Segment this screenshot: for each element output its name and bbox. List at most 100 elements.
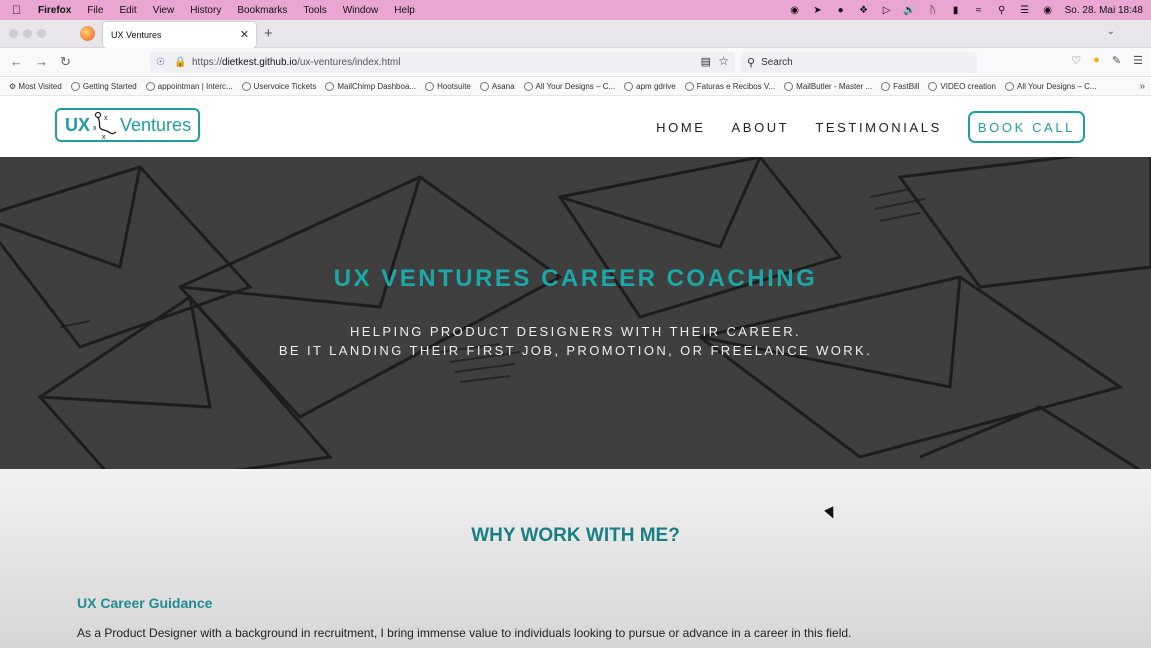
bookmark-star-icon[interactable]: ☆: [718, 54, 729, 68]
svg-text:x: x: [93, 125, 97, 132]
bookmark-item[interactable]: appointman | Interc...: [145, 82, 233, 91]
window-minimize-icon[interactable]: [23, 29, 32, 38]
hero-subtitle-line-1: HELPING PRODUCT DESIGNERS WITH THEIR CAR…: [349, 324, 802, 339]
bookmark-label: VIDEO creation: [940, 82, 996, 91]
firefox-view-icon[interactable]: [80, 26, 95, 41]
logo-ventures: Ventures: [120, 114, 192, 135]
bookmark-label: MailButler - Master ...: [796, 82, 873, 91]
forward-icon[interactable]: →: [35, 54, 48, 69]
extension-badge-icon[interactable]: ●: [1093, 54, 1100, 67]
siri-icon[interactable]: ◉: [1042, 4, 1054, 16]
back-icon[interactable]: ←: [10, 54, 23, 69]
url-prefix: https://: [192, 57, 223, 68]
bookmark-label: All Your Designs – C...: [535, 82, 616, 91]
bookmark-item[interactable]: Faturas e Recibos V...: [684, 82, 776, 91]
bookmark-item[interactable]: FastBill: [881, 82, 919, 91]
career-guidance-text: As a Product Designer with a background …: [77, 626, 852, 640]
bookmark-item[interactable]: ⚙ Most Visited: [9, 82, 62, 91]
bookmark-label: Faturas e Recibos V...: [696, 82, 776, 91]
browser-tab-strip: UX Ventures ✕ + ⌄: [0, 20, 1151, 48]
bookmark-label: appointman | Interc...: [157, 82, 233, 91]
bookmark-item[interactable]: All Your Designs – C...: [523, 82, 616, 91]
globe-icon: [479, 82, 489, 91]
menubar-clock[interactable]: So. 28. Mai 18:48: [1065, 5, 1143, 16]
search-bar[interactable]: ⚲ Search: [741, 52, 977, 73]
bookmark-item[interactable]: MailButler - Master ...: [784, 82, 872, 91]
window-close-icon[interactable]: [9, 29, 18, 38]
tracking-protection-icon[interactable]: ☉: [156, 57, 168, 68]
menu-window[interactable]: Window: [343, 5, 379, 16]
bookmark-item[interactable]: VIDEO creation: [928, 82, 996, 91]
menu-app-firefox[interactable]: Firefox: [38, 5, 71, 16]
menu-history[interactable]: History: [190, 5, 221, 16]
globe-icon: [684, 82, 694, 91]
nav-home[interactable]: HOME: [656, 120, 705, 135]
hero-background-sketch: [0, 157, 1151, 469]
menu-edit[interactable]: Edit: [119, 5, 136, 16]
menu-tools[interactable]: Tools: [303, 5, 326, 16]
grid-icon[interactable]: ❖: [858, 4, 870, 16]
app-menu-icon[interactable]: ☰: [1133, 54, 1143, 67]
logo-ux: UX: [65, 114, 91, 135]
menu-view[interactable]: View: [153, 5, 175, 16]
why-section: WHY WORK WITH ME? UX Career Guidance As …: [0, 469, 1151, 648]
gear-icon: ⚙: [9, 82, 17, 91]
bookmark-item[interactable]: All Your Designs – C...: [1004, 82, 1097, 91]
nav-about[interactable]: ABOUT: [732, 120, 790, 135]
pocket-icon[interactable]: ♡: [1071, 54, 1081, 67]
bookmark-item[interactable]: MailChimp Dashboa...: [325, 82, 416, 91]
reload-icon[interactable]: ↻: [60, 54, 71, 70]
menu-help[interactable]: Help: [394, 5, 415, 16]
app-tray-icon[interactable]: ●: [835, 4, 847, 16]
bookmarks-bar: ⚙ Most Visited Getting Started appointma…: [0, 78, 1151, 96]
new-tab-icon[interactable]: +: [264, 25, 273, 42]
globe-icon: [241, 82, 251, 91]
volume-icon[interactable]: 🔊: [903, 4, 915, 16]
bookmarks-overflow-icon[interactable]: »: [1139, 81, 1145, 92]
bookmark-item[interactable]: Uservoice Tickets: [241, 82, 316, 91]
bookmark-item[interactable]: Getting Started: [70, 82, 137, 91]
bookmark-label: Hootsuite: [437, 82, 471, 91]
url-domain: dietkest.github.io: [222, 57, 298, 68]
bookmark-label: Most Visited: [18, 82, 62, 91]
tab-title: UX Ventures: [111, 30, 162, 40]
battery-icon[interactable]: ▮: [950, 4, 962, 16]
wifi-icon[interactable]: ≈: [973, 4, 985, 16]
url-text[interactable]: https://dietkest.github.io/ux-ventures/i…: [192, 57, 400, 68]
bookmark-label: Getting Started: [82, 82, 137, 91]
site-logo[interactable]: UX x x x Ventures: [55, 108, 200, 142]
globe-icon: [70, 82, 80, 91]
spotlight-icon[interactable]: ⚲: [996, 4, 1008, 16]
menubar-tray: ◉ ➤ ● ❖ ▷ 🔊 ᚢ ▮ ≈ ⚲ ☰ ◉ So. 28. Mai 18:4…: [789, 0, 1143, 20]
record-icon[interactable]: ◉: [789, 4, 801, 16]
bookmark-item[interactable]: Hootsuite: [425, 82, 471, 91]
globe-icon: [325, 82, 335, 91]
logo-play-diagram-icon: x x x: [92, 110, 118, 141]
globe-icon: [881, 82, 891, 91]
lock-icon[interactable]: 🔒: [174, 57, 186, 68]
bookmark-label: apm gdrive: [636, 82, 676, 91]
window-zoom-icon[interactable]: [37, 29, 46, 38]
apple-icon[interactable]: : [12, 3, 24, 17]
reader-view-icon[interactable]: ▤: [701, 55, 711, 68]
bluetooth-icon[interactable]: ᚢ: [927, 4, 939, 16]
bookmark-label: MailChimp Dashboa...: [337, 82, 417, 91]
globe-icon: [624, 82, 634, 91]
list-all-tabs-icon[interactable]: ⌄: [1107, 26, 1115, 37]
bookmark-item[interactable]: apm gdrive: [624, 82, 676, 91]
url-bar[interactable]: ☉ 🔒 https://dietkest.github.io/ux-ventur…: [150, 52, 735, 73]
control-center-icon[interactable]: ☰: [1019, 4, 1031, 16]
book-call-button[interactable]: BOOK CALL: [967, 111, 1085, 143]
tab-close-icon[interactable]: ✕: [240, 28, 249, 41]
tab-ux-ventures[interactable]: UX Ventures ✕: [103, 22, 256, 48]
hero-subtitle: HELPING PRODUCT DESIGNERS WITH THEIR CAR…: [0, 322, 1151, 360]
menu-file[interactable]: File: [87, 5, 103, 16]
location-icon[interactable]: ➤: [812, 4, 824, 16]
nav-testimonials[interactable]: TESTIMONIALS: [815, 120, 942, 135]
play-icon[interactable]: ▷: [881, 4, 893, 16]
search-placeholder: Search: [761, 57, 793, 68]
bookmark-label: FastBill: [893, 82, 920, 91]
extensions-icon[interactable]: ✎: [1112, 54, 1121, 67]
menu-bookmarks[interactable]: Bookmarks: [237, 5, 287, 16]
bookmark-item[interactable]: Asana: [479, 82, 515, 91]
